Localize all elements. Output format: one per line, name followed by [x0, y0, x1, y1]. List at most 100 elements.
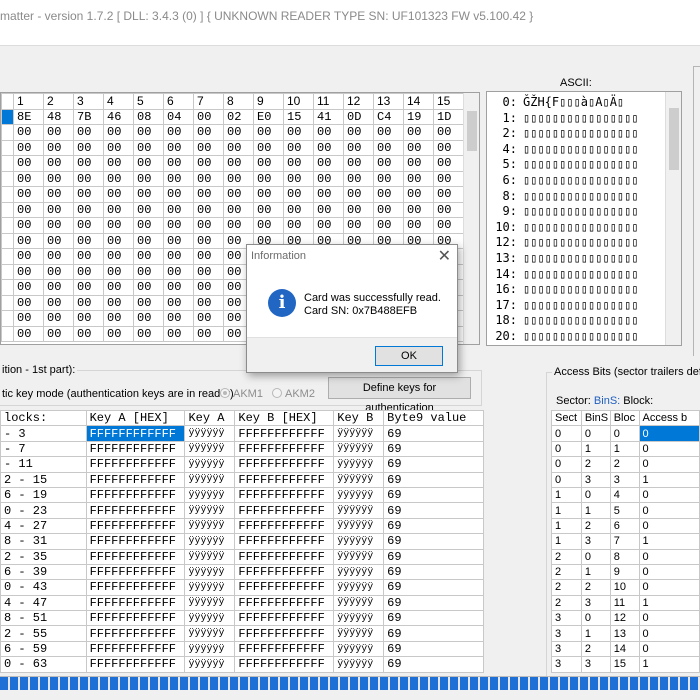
hex-cell[interactable]: 00: [13, 263, 44, 280]
keys-cell-key-b-hex[interactable]: FFFFFFFFFFFF: [234, 563, 335, 581]
keys-cell-key-b-hex[interactable]: FFFFFFFFFFFF: [234, 486, 335, 504]
hex-cell[interactable]: [1, 310, 14, 327]
hex-cell[interactable]: 00: [223, 217, 254, 234]
access-row[interactable]: 2 3 11 1: [551, 594, 700, 612]
hex-cell[interactable]: 00: [163, 139, 194, 156]
hex-cell[interactable]: 00: [223, 170, 254, 187]
keys-row[interactable]: 6 - 39 FFFFFFFFFFFF ÿÿÿÿÿÿ FFFFFFFFFFFF ÿÿÿÿ…: [0, 563, 484, 581]
hex-cell[interactable]: 00: [43, 248, 74, 265]
hex-cell[interactable]: [1, 217, 14, 234]
hex-cell[interactable]: [1, 248, 14, 265]
keys-row[interactable]: 0 - 43 FFFFFFFFFFFF ÿÿÿÿÿÿ FFFFFFFFFFFF ÿÿÿÿ…: [0, 579, 484, 596]
hex-cell[interactable]: 00: [103, 139, 134, 156]
hex-cell[interactable]: 00: [403, 139, 434, 156]
hex-cell[interactable]: 00: [133, 325, 164, 342]
hex-cell[interactable]: 00: [73, 325, 104, 342]
hex-cell[interactable]: 00: [73, 155, 104, 172]
keys-cell-key-a-hex[interactable]: FFFFFFFFFFFF: [85, 610, 186, 627]
keys-cell-byte9[interactable]: 69: [383, 471, 484, 488]
access-cell[interactable]: 0: [638, 610, 700, 627]
access-cell[interactable]: 3: [551, 610, 582, 627]
keys-cell-byte9[interactable]: 69: [383, 440, 484, 458]
keys-cell-byte9[interactable]: 69: [383, 533, 484, 550]
keys-cell-key-a-hex[interactable]: FFFFFFFFFFFF: [85, 440, 186, 458]
hex-cell[interactable]: 00: [403, 155, 434, 172]
access-cell[interactable]: 3: [580, 656, 611, 673]
keys-cell-key-a-hex[interactable]: FFFFFFFFFFFF: [85, 456, 186, 473]
hex-cell[interactable]: 00: [163, 155, 194, 172]
keys-cell-byte9[interactable]: 69: [383, 563, 484, 581]
hex-cell[interactable]: 00: [403, 124, 434, 141]
keys-cell-key-a-hex[interactable]: FFFFFFFFFFFF: [85, 486, 186, 504]
keys-cell-byte9[interactable]: 69: [383, 610, 484, 627]
hex-cell[interactable]: 00: [133, 217, 164, 234]
keys-cell-blocks[interactable]: 2 - 15: [0, 471, 87, 488]
keys-cell-blocks[interactable]: 6 - 39: [0, 563, 87, 581]
keys-row[interactable]: 6 - 19 FFFFFFFFFFFF ÿÿÿÿÿÿ FFFFFFFFFFFF ÿÿÿÿ…: [0, 486, 484, 504]
hex-cell[interactable]: 1D: [433, 108, 464, 125]
keys-cell-blocks[interactable]: - 3: [0, 425, 87, 442]
hex-cell[interactable]: 00: [343, 217, 374, 234]
keys-cell-key-b[interactable]: ÿÿÿÿÿÿ: [333, 502, 385, 519]
hex-cell[interactable]: 00: [163, 124, 194, 141]
hex-cell[interactable]: 00: [253, 124, 284, 141]
hex-cell[interactable]: 00: [73, 139, 104, 156]
hex-cell[interactable]: 00: [13, 310, 44, 327]
hex-cell[interactable]: 00: [373, 139, 404, 156]
hex-cell[interactable]: 00: [433, 217, 464, 234]
keys-cell-key-a-hex[interactable]: FFFFFFFFFFFF: [85, 548, 186, 565]
hex-cell[interactable]: 00: [373, 170, 404, 187]
hex-cell[interactable]: 00: [103, 170, 134, 187]
ascii-scrollbar[interactable]: [665, 92, 681, 345]
keys-cell-key-a[interactable]: ÿÿÿÿÿÿ: [184, 548, 236, 565]
keys-cell-key-a[interactable]: ÿÿÿÿÿÿ: [184, 471, 236, 488]
hex-cell[interactable]: 00: [43, 310, 74, 327]
keys-cell-key-a-hex[interactable]: FFFFFFFFFFFF: [85, 425, 186, 442]
access-cell[interactable]: 0: [638, 502, 700, 519]
access-cell[interactable]: 3: [551, 656, 582, 673]
hex-cell[interactable]: [1, 155, 14, 172]
keys-row[interactable]: 2 - 55 FFFFFFFFFFFF ÿÿÿÿÿÿ FFFFFFFFFFFF ÿÿÿÿ…: [0, 625, 484, 642]
keys-cell-key-b[interactable]: ÿÿÿÿÿÿ: [333, 486, 385, 504]
keys-cell-key-a-hex[interactable]: FFFFFFFFFFFF: [85, 640, 186, 658]
access-row[interactable]: 0331: [551, 471, 700, 488]
keys-cell-key-b[interactable]: ÿÿÿÿÿÿ: [333, 471, 385, 488]
akm1-radio[interactable]: AKM1: [220, 388, 263, 400]
hex-cell[interactable]: 00: [163, 232, 194, 249]
hex-cell[interactable]: 00: [13, 155, 44, 172]
hex-cell[interactable]: [1, 201, 14, 218]
hex-cell[interactable]: E0: [253, 108, 284, 125]
hex-cell[interactable]: 00: [193, 217, 224, 234]
close-icon[interactable]: ✕: [438, 246, 451, 266]
access-row[interactable]: 0110: [551, 440, 700, 458]
hex-cell[interactable]: 00: [103, 201, 134, 218]
access-cell[interactable]: 3: [580, 594, 611, 612]
hex-cell[interactable]: 00: [253, 170, 284, 187]
hex-cell[interactable]: 00: [253, 217, 284, 234]
hex-cell[interactable]: [1, 279, 14, 296]
define-keys-button[interactable]: Define keys for authentication: [328, 377, 471, 414]
hex-cell[interactable]: 00: [403, 201, 434, 218]
access-cell[interactable]: 5: [609, 502, 640, 519]
hex-cell[interactable]: 00: [193, 124, 224, 141]
keys-cell-key-b[interactable]: ÿÿÿÿÿÿ: [333, 456, 385, 473]
hex-cell[interactable]: 00: [313, 155, 344, 172]
keys-cell-byte9[interactable]: 69: [383, 486, 484, 504]
keys-cell-key-b-hex[interactable]: FFFFFFFFFFFF: [234, 656, 335, 673]
hex-cell[interactable]: 00: [133, 170, 164, 187]
keys-cell-key-b-hex[interactable]: FFFFFFFFFFFF: [234, 533, 335, 550]
access-cell[interactable]: 2: [580, 579, 611, 596]
keys-cell-blocks[interactable]: 6 - 19: [0, 486, 87, 504]
hex-cell[interactable]: 00: [403, 217, 434, 234]
hex-cell[interactable]: 00: [163, 263, 194, 280]
keys-row[interactable]: 4 - 27 FFFFFFFFFFFF ÿÿÿÿÿÿ FFFFFFFFFFFF ÿÿÿÿ…: [0, 517, 484, 535]
hex-cell[interactable]: 00: [343, 155, 374, 172]
access-cell[interactable]: 0: [638, 425, 700, 442]
keys-cell-blocks[interactable]: 0 - 23: [0, 502, 87, 519]
keys-cell-byte9[interactable]: 69: [383, 502, 484, 519]
hex-cell[interactable]: 00: [193, 325, 224, 342]
hex-cell[interactable]: 00: [373, 124, 404, 141]
keys-cell-byte9[interactable]: 69: [383, 456, 484, 473]
hex-cell[interactable]: 00: [193, 310, 224, 327]
keys-cell-key-a[interactable]: ÿÿÿÿÿÿ: [184, 440, 236, 458]
